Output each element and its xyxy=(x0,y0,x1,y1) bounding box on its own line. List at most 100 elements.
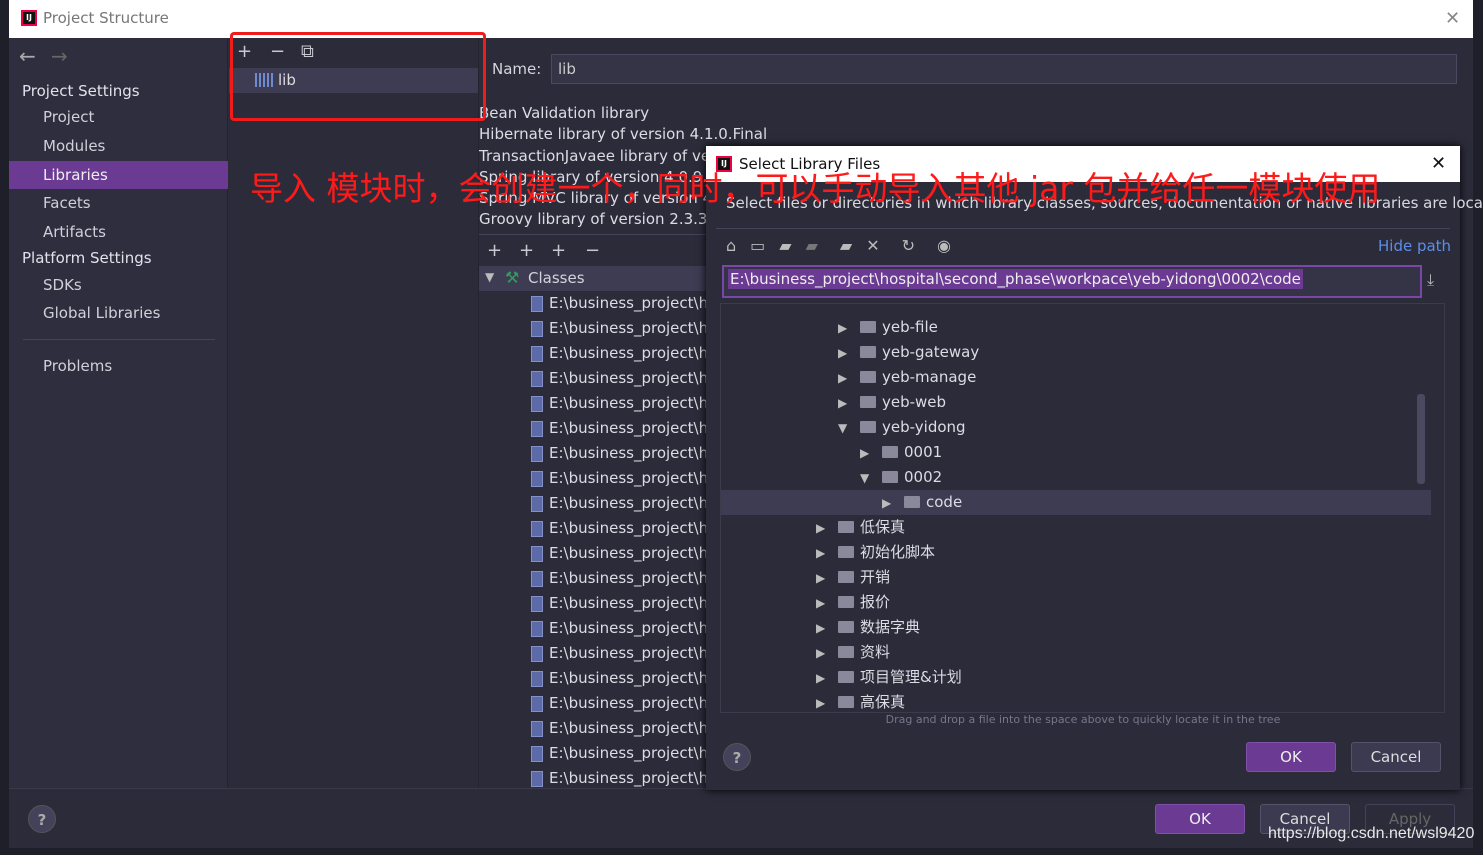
tree-node[interactable]: ▶ 数据字典 xyxy=(721,615,1431,640)
class-root-row[interactable]: E:\business_project\hospital xyxy=(479,491,709,516)
classes-node[interactable]: ▼ ⚒ Classes xyxy=(479,266,709,291)
download-icon[interactable]: ⤓ xyxy=(1427,270,1434,290)
class-root-row[interactable]: E:\business_project\hospital xyxy=(479,666,709,691)
delete-icon[interactable]: ✕ xyxy=(866,236,879,258)
tree-node[interactable]: ▶ yeb-gateway xyxy=(721,340,1431,365)
divider xyxy=(23,339,215,340)
class-root-row[interactable]: E:\business_project\hospital xyxy=(479,416,709,441)
ok-button[interactable]: OK xyxy=(1155,804,1245,834)
path-input[interactable]: E:\business_project\hospital\second_phas… xyxy=(722,265,1422,298)
project-folder-icon[interactable]: ▰ xyxy=(779,236,791,258)
desktop-icon[interactable]: ▭ xyxy=(750,236,765,258)
remove-root-icon[interactable]: − xyxy=(585,240,600,261)
dialog-cancel-button[interactable]: Cancel xyxy=(1351,742,1441,772)
expand-arrow-icon[interactable]: ▶ xyxy=(838,341,860,366)
class-root-row[interactable]: E:\business_project\hospital xyxy=(479,516,709,541)
show-hidden-icon[interactable]: ◉ xyxy=(937,236,951,258)
collapse-arrow-icon[interactable]: ▼ xyxy=(838,416,860,441)
description-line: Groovy library of version 2.3.3 xyxy=(479,210,708,228)
class-root-row[interactable]: E:\business_project\hospital xyxy=(479,391,709,416)
tree-node[interactable]: ▶ 报价 xyxy=(721,590,1431,615)
class-root-row[interactable]: E:\business_project\hospital xyxy=(479,541,709,566)
tree-scrollbar[interactable] xyxy=(1417,394,1425,484)
expand-arrow-icon[interactable]: ▶ xyxy=(838,391,860,416)
class-root-row[interactable]: E:\business_project\hospital xyxy=(479,766,709,787)
sidebar-item-libraries[interactable]: Libraries xyxy=(9,161,228,189)
close-icon[interactable]: ✕ xyxy=(1445,8,1460,29)
expand-arrow-icon[interactable]: ▶ xyxy=(860,441,882,466)
class-root-row[interactable]: E:\business_project\hospital xyxy=(479,616,709,641)
class-root-path: E:\business_project\hospital xyxy=(549,469,709,487)
class-root-row[interactable]: E:\business_project\hospital xyxy=(479,716,709,741)
expand-arrow-icon[interactable]: ▶ xyxy=(816,666,838,691)
sidebar-item-problems[interactable]: Problems xyxy=(9,352,228,380)
dialog-toolbar: ⌂ ▭ ▰ ▰ ▰ ✕ ↻ ◉ xyxy=(726,236,951,258)
tree-node[interactable]: ▶ 项目管理&计划 xyxy=(721,665,1431,690)
refresh-icon[interactable]: ↻ xyxy=(902,236,915,258)
sidebar-item-modules[interactable]: Modules xyxy=(9,132,228,160)
back-arrow-icon[interactable]: ← xyxy=(19,44,36,68)
file-tree: ▶ yeb-file ▶ yeb-gateway ▶ yeb-manage ▶ yeb-web… xyxy=(720,303,1445,713)
expand-arrow-icon[interactable]: ▶ xyxy=(816,616,838,641)
class-root-row[interactable]: E:\business_project\hospital xyxy=(479,291,709,316)
divider xyxy=(479,234,709,235)
module-folder-icon[interactable]: ▰ xyxy=(806,236,818,258)
class-root-row[interactable]: E:\business_project\hospital xyxy=(479,466,709,491)
home-icon[interactable]: ⌂ xyxy=(726,236,736,258)
forward-arrow-icon[interactable]: → xyxy=(51,44,68,68)
tree-node[interactable]: ▶ 低保真 xyxy=(721,515,1431,540)
tree-node[interactable]: ▼ yeb-yidong xyxy=(721,415,1431,440)
add-url-icon[interactable]: + xyxy=(519,240,534,261)
tree-node[interactable]: ▶ 初始化脚本 xyxy=(721,540,1431,565)
tree-node-label: code xyxy=(926,493,963,511)
dialog-help-button[interactable]: ? xyxy=(723,743,751,771)
class-root-row[interactable]: E:\business_project\hospital xyxy=(479,366,709,391)
dialog-ok-button[interactable]: OK xyxy=(1246,742,1336,772)
help-button[interactable]: ? xyxy=(28,805,56,833)
expand-arrow-icon[interactable]: ▶ xyxy=(816,691,838,712)
expand-arrow-icon[interactable]: ▶ xyxy=(816,566,838,591)
class-root-row[interactable]: E:\business_project\hospital xyxy=(479,691,709,716)
class-root-row[interactable]: E:\business_project\hospital xyxy=(479,641,709,666)
class-root-row[interactable]: E:\business_project\hospital xyxy=(479,441,709,466)
hide-path-link[interactable]: Hide path xyxy=(1378,237,1451,255)
tree-node[interactable]: ▶ code xyxy=(721,490,1431,515)
tree-node[interactable]: ▶ 高保真 xyxy=(721,690,1431,712)
exclude-icon[interactable]: + xyxy=(551,240,566,261)
sidebar-item-sdks[interactable]: SDKs xyxy=(9,271,228,299)
tree-node[interactable]: ▶ yeb-manage xyxy=(721,365,1431,390)
folder-icon xyxy=(860,321,876,333)
jar-icon xyxy=(531,671,543,687)
name-input[interactable] xyxy=(551,54,1457,84)
class-root-row[interactable]: E:\business_project\hospital xyxy=(479,316,709,341)
tree-node-label: yeb-web xyxy=(882,393,947,411)
expand-arrow-icon[interactable]: ▶ xyxy=(816,591,838,616)
tree-node[interactable]: ▶ 开销 xyxy=(721,565,1431,590)
expand-arrow-icon[interactable]: ▶ xyxy=(816,641,838,666)
new-folder-icon[interactable]: ▰ xyxy=(840,236,852,258)
sidebar-item-project[interactable]: Project xyxy=(9,103,228,131)
class-root-path: E:\business_project\hospital xyxy=(549,369,709,387)
sidebar-item-facets[interactable]: Facets xyxy=(9,189,228,217)
tree-node[interactable]: ▶ 资料 xyxy=(721,640,1431,665)
jar-icon xyxy=(531,571,543,587)
expand-arrow-icon[interactable]: ▶ xyxy=(838,366,860,391)
class-root-row[interactable]: E:\business_project\hospital xyxy=(479,741,709,766)
expand-arrow-icon[interactable]: ▶ xyxy=(882,491,904,516)
collapse-arrow-icon[interactable]: ▼ xyxy=(860,466,882,491)
tree-node[interactable]: ▶ 0001 xyxy=(721,440,1431,465)
class-root-row[interactable]: E:\business_project\hospital xyxy=(479,566,709,591)
close-icon[interactable]: ✕ xyxy=(1431,153,1446,174)
expand-arrow-icon[interactable]: ▶ xyxy=(838,316,860,341)
tree-node[interactable]: ▶ yeb-file xyxy=(721,315,1431,340)
tree-node[interactable]: ▼ 0002 xyxy=(721,465,1431,490)
class-root-row[interactable]: E:\business_project\hospital xyxy=(479,341,709,366)
expand-arrow-icon[interactable]: ▼ xyxy=(485,270,494,284)
sidebar-item-artifacts[interactable]: Artifacts xyxy=(9,218,228,246)
tree-node[interactable]: ▶ yeb-web xyxy=(721,390,1431,415)
class-root-row[interactable]: E:\business_project\hospital xyxy=(479,591,709,616)
expand-arrow-icon[interactable]: ▶ xyxy=(816,541,838,566)
add-root-icon[interactable]: + xyxy=(487,240,502,261)
expand-arrow-icon[interactable]: ▶ xyxy=(816,516,838,541)
sidebar-item-global-libraries[interactable]: Global Libraries xyxy=(9,299,228,327)
